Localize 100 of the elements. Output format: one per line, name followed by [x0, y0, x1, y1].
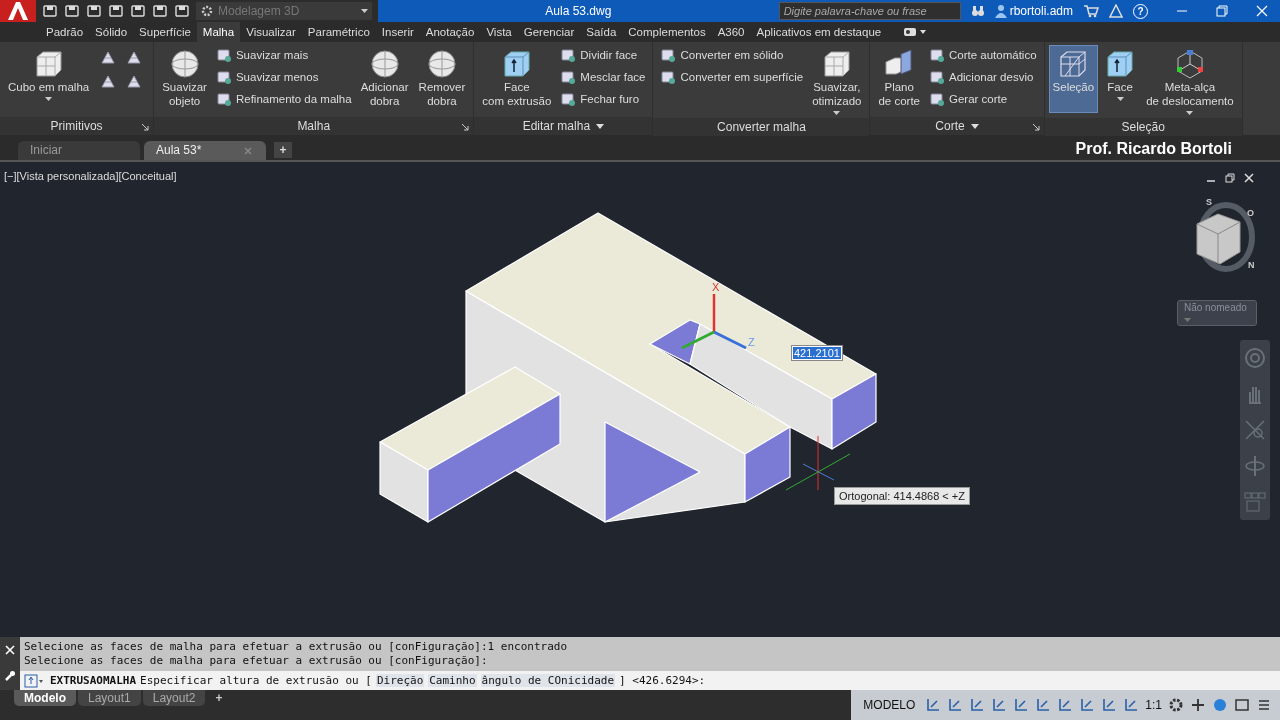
ribbon-tab[interactable]: Aplicativos em destaque	[750, 22, 888, 42]
ribbon-button[interactable]: Corte automático	[926, 45, 1040, 65]
ribbon-tab[interactable]: Inserir	[375, 22, 420, 42]
ribbon-button[interactable]: Suavizar objeto	[158, 45, 211, 113]
status-toggle-icon[interactable]	[991, 697, 1008, 714]
document-tab[interactable]: Aula 53*	[144, 140, 266, 160]
panel-title[interactable]: Primitivos	[0, 117, 154, 135]
dynamic-input-field[interactable]: 421.2101	[791, 344, 843, 361]
panel-title[interactable]: Converter malha	[653, 118, 870, 136]
document-tab[interactable]: Iniciar	[18, 140, 140, 160]
mesh-primitive-icon[interactable]	[99, 49, 118, 67]
launcher-icon[interactable]	[141, 123, 150, 131]
status-toggle-icon[interactable]	[1013, 697, 1030, 714]
ribbon-tab[interactable]: Paramétrico	[301, 22, 376, 42]
ribbon-button[interactable]: Adicionar desvio	[926, 67, 1040, 87]
panel-title[interactable]: Seleção	[1044, 118, 1242, 136]
ribbon-tab[interactable]: Complementos	[622, 22, 712, 42]
add-layout-button[interactable]: +	[207, 690, 231, 707]
ribbon-button[interactable]: Dividir face	[557, 45, 649, 65]
panel-title[interactable]: Malha	[154, 117, 474, 135]
triangle-icon[interactable]	[1109, 4, 1123, 18]
ribbon-tab[interactable]: Saída	[580, 22, 623, 42]
layout-tab[interactable]: Modelo	[14, 690, 76, 707]
command-default: ] <426.6294>:	[619, 674, 706, 688]
command-option[interactable]: ângulo de COnicidade	[480, 674, 616, 688]
status-toggle-icon[interactable]	[1123, 697, 1140, 714]
new-tab-button[interactable]: +	[274, 141, 292, 158]
app-logo-icon[interactable]	[0, 0, 36, 22]
ribbon-button[interactable]: Plano de corte	[874, 45, 924, 113]
search-field[interactable]: Digite palavra-chave ou frase	[778, 2, 961, 20]
model-space-button[interactable]: MODELO	[859, 698, 920, 713]
command-option[interactable]: Caminho	[428, 674, 477, 688]
toggle-icon[interactable]	[903, 26, 928, 38]
ribbon-button[interactable]: Converter em superfície	[657, 67, 807, 87]
command-option[interactable]: Direção	[375, 674, 425, 688]
panel-title[interactable]: Editar malha	[474, 117, 653, 135]
command-prompt-icon[interactable]	[24, 673, 46, 688]
status-toggle-icon[interactable]	[925, 697, 942, 714]
ribbon-button[interactable]: Mesclar face	[557, 67, 649, 87]
cart-icon[interactable]	[1083, 4, 1099, 18]
ribbon-button[interactable]: Face com extrusão	[478, 45, 556, 113]
gear-icon[interactable]	[1168, 697, 1184, 714]
ribbon-button[interactable]: Suavizar mais	[212, 45, 355, 65]
caret-icon	[1184, 317, 1191, 322]
isolate-icon[interactable]	[1212, 697, 1228, 714]
ribbon-button[interactable]: Meta-alça de deslocamento	[1142, 45, 1238, 118]
mesh-primitive-icon[interactable]	[125, 49, 144, 67]
command-history-line: Selecione as faces de malha para efetuar a extrusão ou [conFiguração]:1 encontrado	[24, 640, 569, 655]
viewport-controls-label[interactable]: [−][Vista personalizada][Conceitual]	[4, 169, 177, 182]
toolbar-icon[interactable]	[130, 4, 146, 18]
restore-icon[interactable]	[1225, 172, 1235, 183]
ribbon-button[interactable]: Seleção	[1048, 45, 1099, 113]
toolbar-icon[interactable]	[108, 4, 124, 18]
launcher-icon[interactable]	[461, 123, 470, 131]
status-toggle-icon[interactable]	[947, 697, 964, 714]
status-toggle-icon[interactable]	[1101, 697, 1118, 714]
caret-icon	[596, 124, 605, 130]
ribbon-tab[interactable]: Superfície	[133, 22, 197, 42]
status-toggle-icon[interactable]	[969, 697, 986, 714]
plus-icon[interactable]	[1190, 697, 1206, 714]
ribbon-button[interactable]: Gerar corte	[926, 89, 1040, 109]
toolbar-icon[interactable]	[174, 4, 190, 18]
viewcube-drawing[interactable]	[1196, 201, 1255, 272]
ribbon-button[interactable]: Fechar furo	[557, 89, 649, 109]
ribbon-button[interactable]: Refinamento da malha	[212, 89, 355, 109]
toolbar-icon[interactable]	[86, 4, 102, 18]
status-toggle-icon[interactable]	[1079, 697, 1096, 714]
ribbon-tab[interactable]: Malha	[196, 22, 241, 42]
status-toggle-icon[interactable]	[1035, 697, 1052, 714]
ucs-icon	[681, 293, 747, 350]
layout-tab[interactable]: Layout2	[142, 690, 206, 707]
status-toggle-icon[interactable]	[1057, 697, 1074, 714]
toolbar-icon[interactable]	[42, 4, 58, 18]
toolbar-icon[interactable]	[152, 4, 168, 18]
binoculars-icon[interactable]	[970, 4, 985, 18]
restore-icon[interactable]	[1216, 5, 1228, 17]
ribbon-button[interactable]: Cubo em malha	[4, 45, 94, 113]
ribbon-tab[interactable]: Gerenciar	[517, 22, 581, 42]
panel-title[interactable]: Corte	[870, 117, 1044, 135]
ribbon-button[interactable]: Suavizar, otimizado	[808, 45, 866, 118]
ribbon-tab[interactable]: Visualizar	[240, 22, 302, 42]
toolbar-icon[interactable]	[64, 4, 80, 18]
ribbon-tab[interactable]: Anotação	[419, 22, 481, 42]
ribbon-button[interactable]: Converter em sólido	[657, 45, 807, 65]
layout-tab[interactable]: Layout1	[78, 690, 141, 707]
ribbon-button[interactable]: Adicionar dobra	[356, 45, 413, 113]
ribbon-button[interactable]: Suavizar menos	[212, 67, 355, 87]
annotation-scale-button[interactable]: 1:1	[1145, 698, 1162, 713]
ribbon-button[interactable]: Face	[1100, 45, 1141, 113]
ribbon-tab[interactable]: A360	[711, 22, 751, 42]
ribbon-button[interactable]: Remover dobra	[414, 45, 470, 113]
mesh-primitive-icon[interactable]	[125, 73, 144, 91]
ribbon-tab[interactable]: Padrão	[40, 22, 90, 42]
user-menu[interactable]: rbortoli.adm	[994, 4, 1073, 18]
fullscreen-icon[interactable]	[1234, 697, 1250, 714]
launcher-icon[interactable]	[1031, 123, 1040, 131]
wrench-icon[interactable]	[4, 670, 16, 683]
mesh-primitive-icon[interactable]	[99, 73, 118, 91]
ribbon-tab[interactable]: Vista	[480, 22, 518, 42]
ribbon-tab[interactable]: Sólido	[89, 22, 134, 42]
